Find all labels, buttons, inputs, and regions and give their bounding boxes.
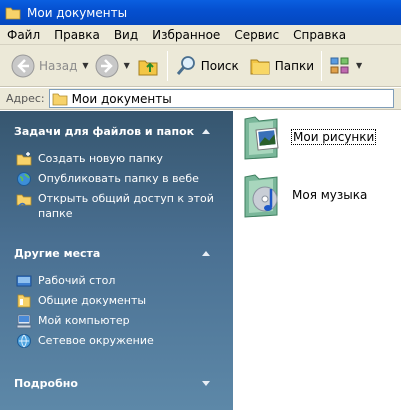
task-label: Создать новую папку — [38, 152, 163, 165]
menu-bar: Файл Правка Вид Избранное Сервис Справка — [0, 25, 401, 45]
other-places-header[interactable]: Другие места — [14, 247, 100, 260]
address-bar: Адрес: Мои документы — [0, 88, 401, 110]
publish-web-icon — [17, 172, 31, 186]
shared-documents-icon — [17, 294, 31, 308]
back-button[interactable]: Назад — [8, 50, 80, 82]
folders-button[interactable]: Папки — [246, 50, 317, 82]
forward-arrow-icon — [95, 54, 119, 77]
folder-up-icon — [138, 60, 158, 75]
views-button[interactable] — [326, 50, 354, 82]
folder-icon — [52, 93, 68, 105]
back-arrow-icon — [11, 54, 35, 77]
content-area: Мои рисунки Моя музыка — [233, 111, 401, 410]
menu-file[interactable]: Файл — [0, 28, 47, 42]
search-label: Поиск — [200, 58, 239, 73]
title-bar[interactable]: Мои документы — [0, 0, 401, 25]
menu-edit[interactable]: Правка — [47, 28, 107, 42]
new-folder-icon — [16, 152, 32, 166]
views-icon — [330, 57, 349, 73]
network-places-icon — [17, 334, 31, 348]
menu-help[interactable]: Справка — [286, 28, 353, 42]
folder-item-my-music[interactable]: Моя музыка — [241, 171, 368, 219]
address-label: Адрес: — [6, 92, 45, 105]
place-label: Мой компьютер — [38, 314, 130, 327]
back-dropdown-icon[interactable]: ▼ — [82, 61, 88, 70]
place-label: Сетевое окружение — [38, 334, 154, 347]
desktop-icon — [16, 275, 32, 287]
place-my-computer[interactable]: Мой компьютер — [16, 313, 221, 329]
collapse-chevron-icon[interactable] — [202, 129, 210, 134]
folder-item-my-pictures[interactable]: Мои рисунки — [241, 113, 377, 161]
place-label: Общие документы — [38, 294, 147, 307]
toolbar-separator — [166, 50, 168, 81]
task-pane: Задачи для файлов и папок Создать новую … — [0, 111, 233, 410]
my-computer-icon — [16, 314, 32, 329]
file-tasks-header[interactable]: Задачи для файлов и папок — [14, 125, 194, 138]
views-dropdown-icon[interactable]: ▼ — [356, 61, 362, 70]
address-value: Мои документы — [71, 91, 172, 106]
folders-label: Папки — [274, 58, 315, 73]
place-network[interactable]: Сетевое окружение — [16, 333, 221, 349]
share-folder-icon — [16, 194, 32, 207]
details-header[interactable]: Подробно — [14, 377, 78, 390]
toolbar-separator — [321, 50, 323, 81]
back-label: Назад — [39, 58, 78, 73]
folder-icon — [5, 7, 21, 19]
menu-favorites[interactable]: Избранное — [145, 28, 227, 42]
address-input[interactable]: Мои документы — [48, 89, 394, 108]
forward-button[interactable] — [92, 50, 122, 82]
up-button[interactable] — [133, 50, 163, 82]
forward-dropdown-icon[interactable]: ▼ — [124, 61, 130, 70]
place-shared-documents[interactable]: Общие документы — [16, 293, 221, 309]
place-desktop[interactable]: Рабочий стол — [16, 273, 221, 289]
task-share-folder[interactable]: Открыть общий доступ к этой папке — [16, 191, 221, 221]
collapse-chevron-icon[interactable] — [202, 251, 210, 256]
task-label: Открыть общий доступ к этой папке — [38, 192, 214, 220]
search-icon — [176, 55, 195, 75]
menu-tools[interactable]: Сервис — [227, 28, 286, 42]
task-publish-web[interactable]: Опубликовать папку в вебе — [16, 171, 221, 187]
folder-label: Мои рисунки — [291, 129, 377, 145]
folders-icon — [250, 59, 270, 74]
task-new-folder[interactable]: Создать новую папку — [16, 151, 221, 167]
expand-chevron-icon[interactable] — [202, 381, 210, 386]
place-label: Рабочий стол — [38, 274, 116, 287]
toolbar: Назад ▼ ▼ Поиск Папки ▼ — [0, 45, 401, 87]
window-title: Мои документы — [27, 5, 128, 20]
my-music-folder-icon — [244, 174, 278, 218]
menu-view[interactable]: Вид — [107, 28, 145, 42]
task-label: Опубликовать папку в вебе — [38, 172, 199, 185]
my-pictures-folder-icon — [244, 116, 279, 160]
search-button[interactable]: Поиск — [172, 50, 242, 82]
folder-label: Моя музыка — [292, 188, 368, 202]
